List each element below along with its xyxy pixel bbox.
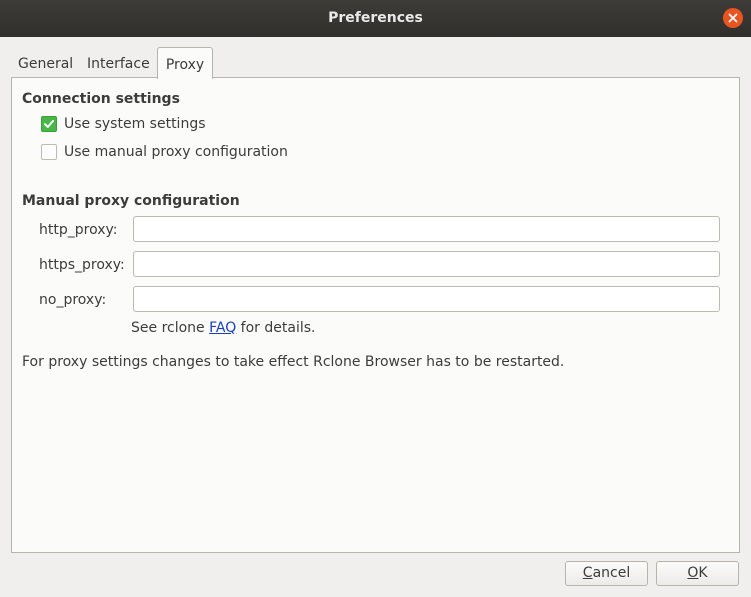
ok-button[interactable]: OK — [656, 561, 739, 586]
close-button[interactable] — [723, 8, 743, 28]
manual-proxy-heading: Manual proxy configuration — [22, 193, 240, 209]
tab-general[interactable]: General — [18, 47, 73, 77]
ok-mnemonic: O — [687, 565, 699, 581]
restart-note: For proxy settings changes to take effec… — [22, 354, 565, 370]
use-system-settings-label: Use system settings — [64, 116, 206, 132]
faq-link[interactable]: FAQ — [209, 320, 236, 336]
use-manual-proxy-label: Use manual proxy configuration — [64, 144, 288, 160]
use-manual-proxy-option[interactable]: Use manual proxy configuration — [41, 144, 288, 160]
faq-help-suffix: for details. — [236, 320, 316, 336]
cancel-button[interactable]: Cancel — [565, 561, 648, 586]
no-proxy-label: no_proxy: — [39, 292, 107, 308]
http-proxy-label: http_proxy: — [39, 222, 118, 238]
use-system-settings-checkbox[interactable] — [41, 116, 57, 132]
https-proxy-input[interactable] — [133, 251, 720, 277]
no-proxy-input[interactable] — [133, 286, 720, 312]
connection-settings-heading: Connection settings — [22, 91, 180, 107]
use-system-settings-option[interactable]: Use system settings — [41, 116, 206, 132]
cancel-mnemonic: C — [582, 565, 593, 581]
tab-proxy[interactable]: Proxy — [157, 47, 213, 79]
title-bar: Preferences — [0, 0, 751, 37]
use-manual-proxy-checkbox[interactable] — [41, 144, 57, 160]
close-icon — [728, 13, 738, 23]
faq-help-prefix: See rclone — [131, 320, 210, 336]
https-proxy-label: https_proxy: — [39, 257, 125, 273]
proxy-panel: Connection settings Use system settings … — [11, 77, 740, 553]
cancel-label-rest: ancel — [592, 565, 631, 581]
checkmark-icon — [44, 120, 54, 128]
tab-interface[interactable]: Interface — [87, 47, 150, 77]
http-proxy-input[interactable] — [133, 216, 720, 242]
ok-label-rest: K — [698, 565, 708, 581]
window-title: Preferences — [328, 10, 423, 26]
faq-help-text: See rclone FAQ for details. — [131, 320, 315, 336]
